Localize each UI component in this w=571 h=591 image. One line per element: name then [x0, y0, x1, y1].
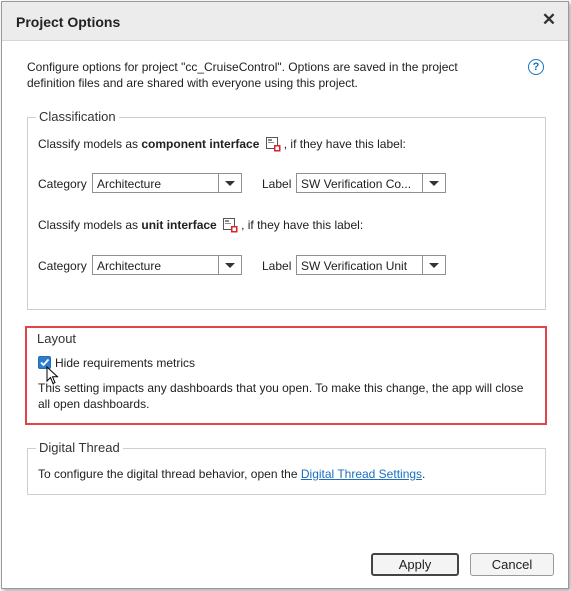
classification-group: Classification Classify models as compon… [27, 109, 546, 310]
title-bar: Project Options ✕ [2, 2, 568, 41]
unit-label-dropdown[interactable]: SW Verification Unit [296, 255, 446, 275]
component-label-dropdown[interactable]: SW Verification Co... [296, 173, 446, 193]
unit-prefix: Classify models as [38, 218, 142, 232]
digital-thread-legend: Digital Thread [36, 440, 123, 455]
hide-requirements-metrics-label[interactable]: Hide requirements metrics [55, 356, 195, 370]
mouse-pointer-icon [46, 365, 59, 389]
component-label-value: SW Verification Co... [301, 177, 412, 191]
unit-category-dropdown[interactable]: Architecture [92, 255, 242, 275]
component-category-dropdown[interactable]: Architecture [92, 173, 242, 193]
unit-category-label: Category [38, 259, 87, 273]
digital-thread-description: To configure the digital thread behavior… [38, 467, 301, 481]
unit-category-value: Architecture [97, 259, 162, 273]
digital-thread-text: To configure the digital thread behavior… [38, 467, 425, 481]
component-prefix: Classify models as [38, 137, 142, 151]
digital-thread-suffix: . [422, 467, 426, 481]
unit-label-label: Label [262, 259, 292, 273]
component-interface-description: Classify models as component interface ,… [38, 137, 406, 152]
cancel-button[interactable]: Cancel [470, 553, 554, 576]
digital-thread-group: Digital Thread To configure the digital … [27, 440, 546, 495]
digital-thread-settings-link[interactable]: Digital Thread Settings [301, 467, 422, 481]
chevron-down-icon[interactable] [218, 174, 241, 192]
model-interface-icon [265, 137, 281, 152]
chevron-down-icon[interactable] [422, 256, 445, 274]
chevron-down-icon[interactable] [218, 256, 241, 274]
component-category-label: Category [38, 177, 87, 191]
chevron-down-icon[interactable] [422, 174, 445, 192]
close-icon[interactable]: ✕ [540, 11, 558, 29]
layout-note: This setting impacts any dashboards that… [38, 381, 524, 411]
intro-text: Configure options for project "cc_Cruise… [27, 60, 458, 90]
component-emphasis: component interface [141, 137, 260, 151]
project-options-dialog: Project Options ✕ Configure options for … [1, 1, 569, 589]
apply-button[interactable]: Apply [371, 553, 459, 576]
component-suffix: , if they have this label: [283, 137, 406, 151]
unit-emphasis: unit interface [141, 218, 217, 232]
unit-interface-description: Classify models as unit interface , if t… [38, 218, 363, 233]
model-interface-icon [223, 218, 238, 233]
unit-suffix: , if they have this label: [241, 218, 364, 232]
unit-label-value: SW Verification Unit [301, 259, 408, 273]
component-label-label: Label [262, 177, 292, 191]
dialog-title: Project Options [16, 14, 121, 30]
component-category-value: Architecture [97, 177, 162, 191]
help-icon[interactable]: ? [528, 59, 544, 75]
classification-legend: Classification [36, 109, 119, 124]
layout-legend: Layout [37, 331, 77, 346]
